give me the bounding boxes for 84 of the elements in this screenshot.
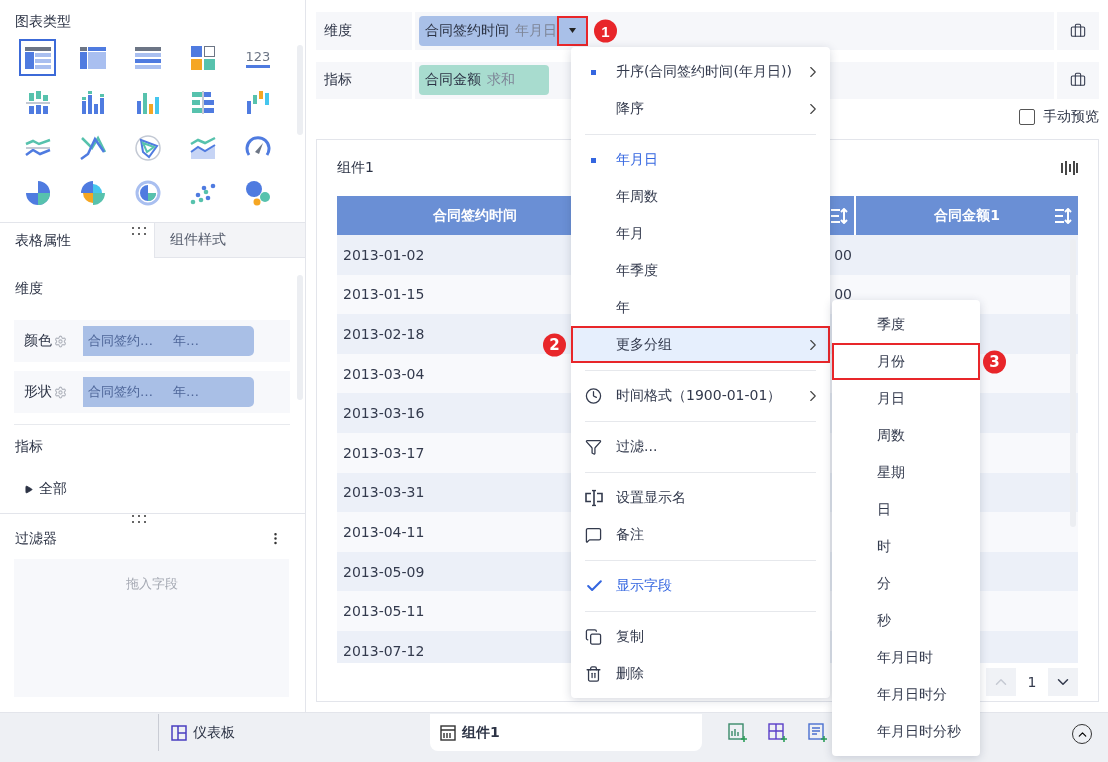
menu-item[interactable]: 月日 xyxy=(832,380,980,417)
table-cell: 00 xyxy=(834,246,852,263)
bar-lines-icon[interactable] xyxy=(1060,160,1078,176)
menu-item[interactable]: 设置显示名 xyxy=(571,479,830,516)
section-title: 图表类型 xyxy=(14,12,72,31)
hierarchy-button[interactable] xyxy=(1057,12,1099,50)
comment-icon xyxy=(585,526,602,543)
radar-icon xyxy=(132,133,163,162)
funnel-icon xyxy=(585,438,602,455)
sort-icon[interactable] xyxy=(1054,207,1072,224)
menu-item[interactable]: 显示字段 xyxy=(571,567,830,604)
table-cell: 2013-03-31 xyxy=(343,484,425,501)
menu-item[interactable]: 年月日 xyxy=(571,141,830,178)
add-grid-icon[interactable] xyxy=(768,723,788,743)
add-document-icon[interactable] xyxy=(808,723,828,743)
menu-item[interactable]: 分 xyxy=(832,565,980,602)
checkbox[interactable] xyxy=(1019,109,1035,126)
field-name: 合同签约… xyxy=(88,332,153,350)
field-label: 颜色 xyxy=(24,332,53,350)
section-title: 指标 xyxy=(14,437,44,456)
bottom-tab[interactable]: 组件1 xyxy=(430,714,702,751)
section-title: 过滤器 xyxy=(15,529,57,548)
field-chip[interactable]: 合同金额 求和 xyxy=(419,65,549,96)
briefcase-icon xyxy=(1070,22,1086,39)
menu-item[interactable]: 年季度 xyxy=(571,252,830,289)
tree-item[interactable]: 全部 xyxy=(14,469,291,509)
step-marker: 1 xyxy=(594,19,617,43)
field-name: 合同签约… xyxy=(88,383,153,401)
hierarchy-button[interactable] xyxy=(1057,61,1099,100)
panel-tab[interactable]: 组件样式 xyxy=(153,223,305,258)
delete-icon xyxy=(585,665,602,682)
menu-item[interactable]: 年月日时分 xyxy=(832,676,980,713)
table-cell: 2013-03-16 xyxy=(343,405,425,422)
copy-icon xyxy=(585,628,602,645)
table-cell: 2013-01-15 xyxy=(343,286,425,303)
text-cursor-icon xyxy=(585,489,603,506)
menu-item[interactable]: 降序 xyxy=(571,90,830,127)
table-cell: 2013-05-11 xyxy=(343,603,425,620)
expand-triangle-icon[interactable] xyxy=(24,484,33,494)
add-chart-icon[interactable] xyxy=(728,723,748,743)
page-number: 1 xyxy=(1026,674,1038,690)
table-cell: 2013-04-11 xyxy=(343,523,425,540)
menu-item[interactable]: 周数 xyxy=(832,417,980,454)
menu-item[interactable]: 删除 xyxy=(571,655,830,692)
manual-preview-checkbox[interactable]: 手动预览 xyxy=(1019,108,1099,127)
table-cell: 2013-02-18 xyxy=(343,326,425,342)
sort-icon[interactable] xyxy=(830,207,848,224)
menu-item[interactable]: 秒 xyxy=(832,602,980,639)
clock-icon xyxy=(585,387,602,404)
table-cell: 2013-07-12 xyxy=(343,642,425,659)
menu-item[interactable]: 年 xyxy=(571,289,830,326)
menu-item[interactable]: 时 xyxy=(832,528,980,565)
resize-handle-icon[interactable] xyxy=(132,515,146,523)
menu-item[interactable]: 日 xyxy=(832,491,980,528)
table-icon xyxy=(440,724,456,741)
table-cell: 00 xyxy=(834,286,852,303)
component-title: 组件1 xyxy=(337,159,374,177)
menu-item[interactable]: 过滤... xyxy=(571,428,830,465)
field-group: 年… xyxy=(173,383,199,401)
table-cell: 2013-03-04 xyxy=(343,365,425,382)
briefcase-icon xyxy=(1070,72,1086,89)
table-cell: 2013-01-02 xyxy=(343,246,425,263)
menu-item[interactable]: 星期 xyxy=(832,454,980,491)
field-chip[interactable]: 合同签约时间 年月日 xyxy=(419,15,557,46)
menu-item[interactable]: 年月日时分秒 xyxy=(832,713,980,750)
menu-item[interactable]: 年月日时 xyxy=(832,639,980,676)
menu-item[interactable]: 升序(合同签约时间(年月日)) xyxy=(571,53,830,90)
caret-icon xyxy=(569,28,576,34)
section-title: 维度 xyxy=(14,279,44,298)
row-label: 指标 xyxy=(316,61,412,100)
menu-item[interactable]: 季度 xyxy=(832,306,980,343)
next-page-button[interactable] xyxy=(1048,668,1078,696)
menu-item[interactable]: 时间格式（1900-01-01） xyxy=(571,377,830,414)
field-label: 形状 xyxy=(24,383,53,401)
menu-item[interactable]: 复制 xyxy=(571,618,830,655)
bottom-tab[interactable]: 仪表板 xyxy=(158,714,308,751)
resize-handle-icon[interactable] xyxy=(132,227,146,235)
row-label: 维度 xyxy=(316,12,412,50)
menu-item[interactable]: 备注 xyxy=(571,516,830,553)
chart-type-option[interactable] xyxy=(19,39,56,76)
table-cell: 2013-05-09 xyxy=(343,563,425,580)
dashboard-icon xyxy=(171,724,187,741)
field-group: 年… xyxy=(173,332,199,350)
table-cell: 2013-03-17 xyxy=(343,444,425,461)
